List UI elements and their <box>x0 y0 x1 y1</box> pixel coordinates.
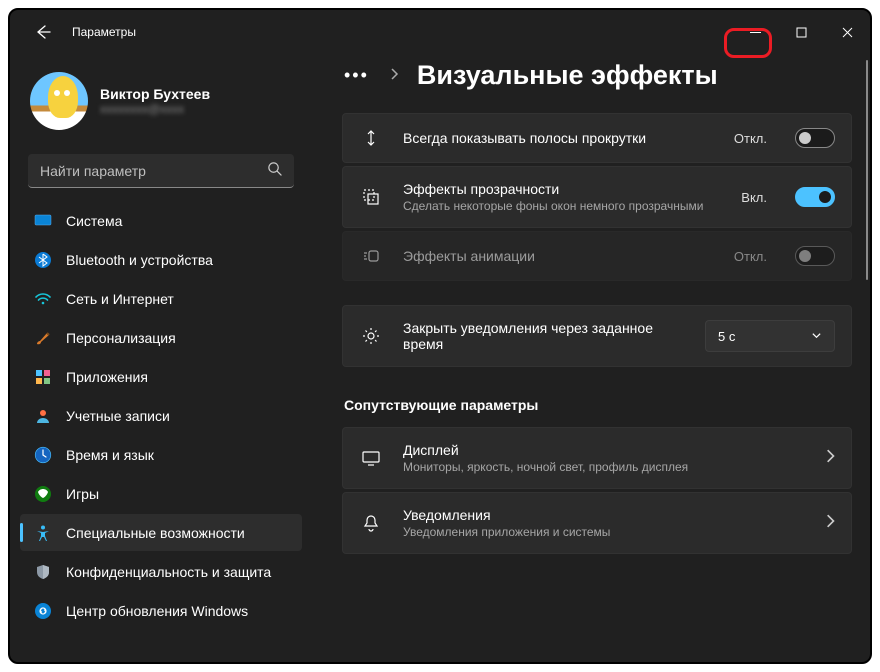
toggle-scrollbars[interactable] <box>795 128 835 148</box>
accounts-icon <box>34 407 52 425</box>
apps-icon <box>34 368 52 386</box>
setting-dismiss-notifications[interactable]: Закрыть уведомления через заданное время… <box>342 305 852 367</box>
related-notifications[interactable]: Уведомления Уведомления приложения и сис… <box>342 492 852 554</box>
gaming-icon <box>34 485 52 503</box>
wifi-icon <box>34 290 52 308</box>
sidebar-item-label: Игры <box>66 486 99 502</box>
sidebar-item-accessibility[interactable]: Специальные возможности <box>20 514 302 551</box>
setting-title: Эффекты анимации <box>403 248 714 264</box>
sidebar-item-label: Время и язык <box>66 447 154 463</box>
chevron-right-icon <box>825 449 835 468</box>
search-input[interactable] <box>40 163 234 179</box>
setting-scrollbars[interactable]: Всегда показывать полосы прокрутки Откл. <box>342 113 852 163</box>
sidebar-item-label: Центр обновления Windows <box>66 603 248 619</box>
sidebar-item-apps[interactable]: Приложения <box>20 358 302 395</box>
chevron-down-icon <box>811 329 822 344</box>
sidebar-item-privacy[interactable]: Конфиденциальность и защита <box>20 553 302 590</box>
profile-email: xxxxxxxx@xxxx <box>100 102 210 116</box>
chevron-right-icon <box>389 67 399 85</box>
title-bar: Параметры <box>10 10 870 54</box>
display-icon <box>359 448 383 468</box>
back-button[interactable] <box>28 17 58 47</box>
brightness-icon <box>359 326 383 346</box>
sidebar-item-label: Сеть и Интернет <box>66 291 174 307</box>
setting-title: Закрыть уведомления через заданное время <box>403 320 685 352</box>
sidebar-item-personalization[interactable]: Персонализация <box>20 319 302 356</box>
toggle-state-label: Откл. <box>734 249 767 264</box>
setting-animation: Эффекты анимации Откл. <box>342 231 852 281</box>
sidebar-item-update[interactable]: Центр обновления Windows <box>20 592 302 629</box>
sidebar-item-network[interactable]: Сеть и Интернет <box>20 280 302 317</box>
sidebar-item-label: Приложения <box>66 369 148 385</box>
breadcrumb: ••• Визуальные эффекты <box>342 60 860 91</box>
sidebar-item-label: Система <box>66 213 122 229</box>
select-value: 5 с <box>718 329 735 344</box>
related-title: Уведомления <box>403 507 805 523</box>
avatar <box>30 72 88 130</box>
close-button[interactable] <box>824 16 870 48</box>
minimize-button[interactable] <box>732 16 778 48</box>
search-box[interactable] <box>28 154 294 188</box>
sidebar-item-accounts[interactable]: Учетные записи <box>20 397 302 434</box>
search-icon <box>267 161 282 181</box>
update-icon <box>34 602 52 620</box>
main-panel: ••• Визуальные эффекты Всегда показывать… <box>312 54 870 662</box>
toggle-state-label: Вкл. <box>741 190 767 205</box>
chevron-right-icon <box>825 514 835 533</box>
sidebar-item-label: Конфиденциальность и защита <box>66 564 271 580</box>
settings-window: Параметры Виктор Бухтеев xxxxxxxx@xxxx <box>8 8 872 664</box>
profile-name: Виктор Бухтеев <box>100 86 210 102</box>
sidebar: Виктор Бухтеев xxxxxxxx@xxxx Систем <box>10 54 312 662</box>
animation-icon <box>359 246 383 266</box>
transparency-icon <box>359 187 383 207</box>
sidebar-item-time-language[interactable]: Время и язык <box>20 436 302 473</box>
accessibility-icon <box>34 524 52 542</box>
page-title: Визуальные эффекты <box>417 60 718 91</box>
related-subtitle: Уведомления приложения и системы <box>403 525 805 539</box>
system-icon <box>34 212 52 230</box>
setting-title: Всегда показывать полосы прокрутки <box>403 130 714 146</box>
setting-subtitle: Сделать некоторые фоны окон немного проз… <box>403 199 721 213</box>
maximize-button[interactable] <box>778 16 824 48</box>
sidebar-item-system[interactable]: Система <box>20 202 302 239</box>
window-title: Параметры <box>72 25 136 39</box>
toggle-animation <box>795 246 835 266</box>
related-heading: Сопутствующие параметры <box>344 397 860 413</box>
setting-transparency[interactable]: Эффекты прозрачности Сделать некоторые ф… <box>342 166 852 228</box>
nav-list: Система Bluetooth и устройства Сеть и Ин… <box>18 202 304 629</box>
sidebar-item-label: Специальные возможности <box>66 525 245 541</box>
related-display[interactable]: Дисплей Мониторы, яркость, ночной свет, … <box>342 427 852 489</box>
sidebar-item-label: Персонализация <box>66 330 176 346</box>
setting-title: Эффекты прозрачности <box>403 181 721 197</box>
breadcrumb-overflow-button[interactable]: ••• <box>342 61 371 90</box>
scrollbar[interactable] <box>865 60 868 656</box>
toggle-transparency[interactable] <box>795 187 835 207</box>
scrollbar-icon <box>359 128 383 148</box>
profile-block[interactable]: Виктор Бухтеев xxxxxxxx@xxxx <box>18 54 304 148</box>
sidebar-item-label: Учетные записи <box>66 408 170 424</box>
clock-globe-icon <box>34 446 52 464</box>
bluetooth-icon <box>34 251 52 269</box>
shield-icon <box>34 563 52 581</box>
dismiss-time-select[interactable]: 5 с <box>705 320 835 352</box>
sidebar-item-label: Bluetooth и устройства <box>66 252 213 268</box>
brush-icon <box>34 329 52 347</box>
related-subtitle: Мониторы, яркость, ночной свет, профиль … <box>403 460 805 474</box>
toggle-state-label: Откл. <box>734 131 767 146</box>
sidebar-item-bluetooth[interactable]: Bluetooth и устройства <box>20 241 302 278</box>
related-title: Дисплей <box>403 442 805 458</box>
bell-icon <box>359 513 383 533</box>
sidebar-item-gaming[interactable]: Игры <box>20 475 302 512</box>
